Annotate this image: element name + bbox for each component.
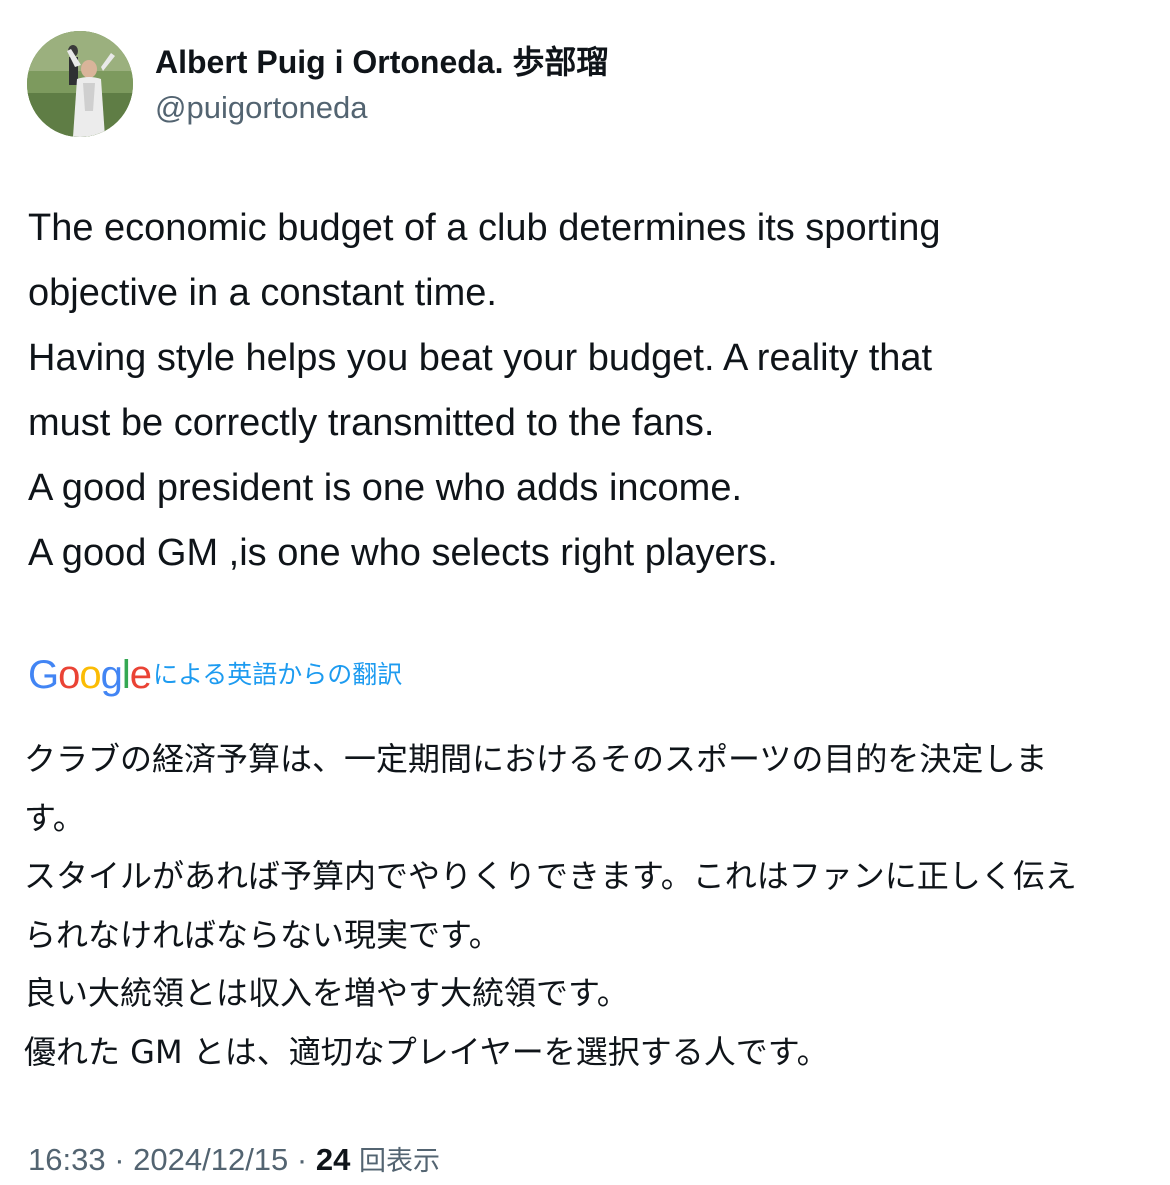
translated-text-line: クラブの経済予算は、一定期間におけるそのスポーツの目的を決定しま <box>24 740 1048 778</box>
views-label: 回表示 <box>358 1146 440 1177</box>
translated-text-line: られなければならない現実です。 <box>24 915 501 954</box>
tweet-text-line: Having style helps you beat your budget.… <box>28 337 933 379</box>
translated-text-line: す。 <box>24 798 85 837</box>
translation-label[interactable]: による英語からの翻訳 <box>153 652 402 698</box>
tweet-text-line: A good GM ,is one who selects right play… <box>28 532 778 574</box>
tweet-time[interactable]: 16:33 <box>28 1142 106 1177</box>
author-display-name[interactable]: Albert Puig i Ortoneda. 歩部瑠 <box>155 42 608 82</box>
author-avatar[interactable] <box>27 31 133 137</box>
google-logo: Google <box>28 653 152 697</box>
profile-photo-icon <box>27 31 133 137</box>
views-count[interactable]: 24 <box>316 1142 359 1177</box>
tweet-meta: 16:33 · 2024/12/15 · 24 回表示 <box>28 1138 440 1182</box>
author-handle[interactable]: @puigortoneda <box>155 88 367 128</box>
tweet-text-line: objective in a constant time. <box>28 272 497 314</box>
translated-text-line: 優れた GM とは、適切なプレイヤーを選択する人です。 <box>24 1032 829 1071</box>
translated-text-line: 良い大統領とは収入を増やす大統領です。 <box>24 974 629 1012</box>
tweet-text-line: must be correctly transmitted to the fan… <box>28 402 715 444</box>
translated-text-line: スタイルがあれば予算内でやりくりできます。これはファンに正しく伝え <box>24 857 1077 895</box>
tweet-text-line: The economic budget of a club determines… <box>28 207 941 249</box>
meta-separator: · <box>296 1142 316 1177</box>
translation-attribution[interactable]: Google による英語からの翻訳 <box>28 652 402 698</box>
tweet-text-line: A good president is one who adds income. <box>28 467 743 509</box>
translated-text: クラブの経済予算は、一定期間におけるそのスポーツの目的を決定しま す。 スタイル… <box>24 730 1154 1081</box>
tweet-text: The economic budget of a club determines… <box>28 196 1148 586</box>
meta-separator: · <box>114 1142 134 1177</box>
tweet-date[interactable]: 2024/12/15 <box>133 1142 288 1177</box>
